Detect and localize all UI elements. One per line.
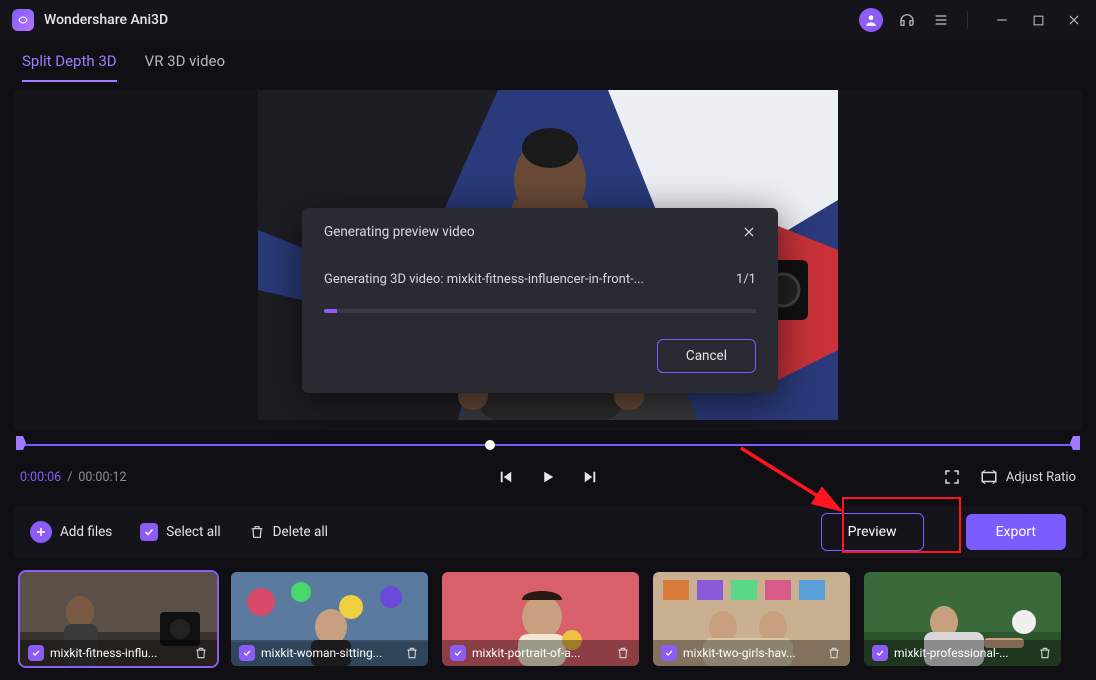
preview-button[interactable]: Preview xyxy=(821,513,924,551)
file-toolbar: Add files Select all Delete all Preview … xyxy=(14,506,1082,558)
thumb-checkbox[interactable] xyxy=(239,645,255,661)
app-logo xyxy=(12,9,34,31)
dialog-counter: 1/1 xyxy=(736,272,756,287)
thumbnail-item[interactable]: mixkit-woman-sitting... xyxy=(231,572,428,666)
dialog-title: Generating preview video xyxy=(324,224,475,240)
playback-bar: 0:00:06 / 00:00:12 Adjust Ratio xyxy=(20,462,1076,492)
play-button[interactable] xyxy=(538,467,558,487)
thumb-checkbox[interactable] xyxy=(28,645,44,661)
close-button[interactable] xyxy=(1064,10,1084,30)
minimize-button[interactable] xyxy=(992,10,1012,30)
time-current: 0:00:06 xyxy=(20,470,61,485)
dialog-message: Generating 3D video: mixkit-fitness-infl… xyxy=(324,272,644,287)
thumb-delete-icon[interactable] xyxy=(1037,645,1053,661)
fullscreen-icon[interactable] xyxy=(942,467,962,487)
thumbnail-item[interactable]: mixkit-two-girls-hav... xyxy=(653,572,850,666)
dialog-progressbar xyxy=(324,309,756,313)
thumbnail-strip: mixkit-fitness-influ... mixkit-woman-sit… xyxy=(0,558,1096,666)
trash-icon xyxy=(249,524,265,540)
add-files-button[interactable]: Add files xyxy=(30,521,112,543)
tab-vr-3d[interactable]: VR 3D video xyxy=(145,52,225,82)
thumbnail-item[interactable]: mixkit-fitness-influ... xyxy=(20,572,217,666)
app-title: Wondershare Ani3D xyxy=(44,12,168,28)
thumb-name: mixkit-fitness-influ... xyxy=(50,646,187,660)
thumb-checkbox[interactable] xyxy=(872,645,888,661)
thumb-name: mixkit-professional-... xyxy=(894,646,1031,660)
time-separator: / xyxy=(61,470,78,485)
thumb-checkbox[interactable] xyxy=(661,645,677,661)
thumb-delete-icon[interactable] xyxy=(826,645,842,661)
mode-tabs: Split Depth 3D VR 3D video xyxy=(0,40,1096,82)
divider xyxy=(967,11,968,29)
thumb-name: mixkit-portrait-of-a... xyxy=(472,646,609,660)
dialog-close-button[interactable] xyxy=(742,225,756,239)
menu-icon[interactable] xyxy=(931,10,951,30)
thumbnail-item[interactable]: mixkit-portrait-of-a... xyxy=(442,572,639,666)
timeline[interactable] xyxy=(20,436,1076,454)
select-all-label: Select all xyxy=(166,524,220,540)
adjust-ratio-button[interactable]: Adjust Ratio xyxy=(980,468,1076,486)
thumb-name: mixkit-two-girls-hav... xyxy=(683,646,820,660)
tab-split-depth[interactable]: Split Depth 3D xyxy=(22,52,117,82)
checkbox-icon xyxy=(140,523,158,541)
select-all-button[interactable]: Select all xyxy=(140,523,220,541)
delete-all-button[interactable]: Delete all xyxy=(249,524,328,540)
adjust-ratio-label: Adjust Ratio xyxy=(1006,470,1076,485)
add-files-label: Add files xyxy=(60,524,112,540)
playhead[interactable] xyxy=(485,440,495,450)
maximize-button[interactable] xyxy=(1028,10,1048,30)
plus-icon xyxy=(30,521,52,543)
progress-dialog: Generating preview video Generating 3D v… xyxy=(302,208,778,393)
user-avatar[interactable] xyxy=(859,8,883,32)
dialog-cancel-button[interactable]: Cancel xyxy=(657,339,756,373)
thumbnail-item[interactable]: mixkit-professional-... xyxy=(864,572,1061,666)
thumb-delete-icon[interactable] xyxy=(404,645,420,661)
next-button[interactable] xyxy=(580,467,600,487)
thumb-name: mixkit-woman-sitting... xyxy=(261,646,398,660)
export-button[interactable]: Export xyxy=(966,514,1066,550)
title-bar: Wondershare Ani3D xyxy=(0,0,1096,40)
thumb-checkbox[interactable] xyxy=(450,645,466,661)
headset-icon[interactable] xyxy=(897,10,917,30)
thumb-delete-icon[interactable] xyxy=(193,645,209,661)
delete-all-label: Delete all xyxy=(273,524,328,540)
prev-button[interactable] xyxy=(496,467,516,487)
time-total: 00:00:12 xyxy=(78,470,126,485)
thumb-delete-icon[interactable] xyxy=(615,645,631,661)
